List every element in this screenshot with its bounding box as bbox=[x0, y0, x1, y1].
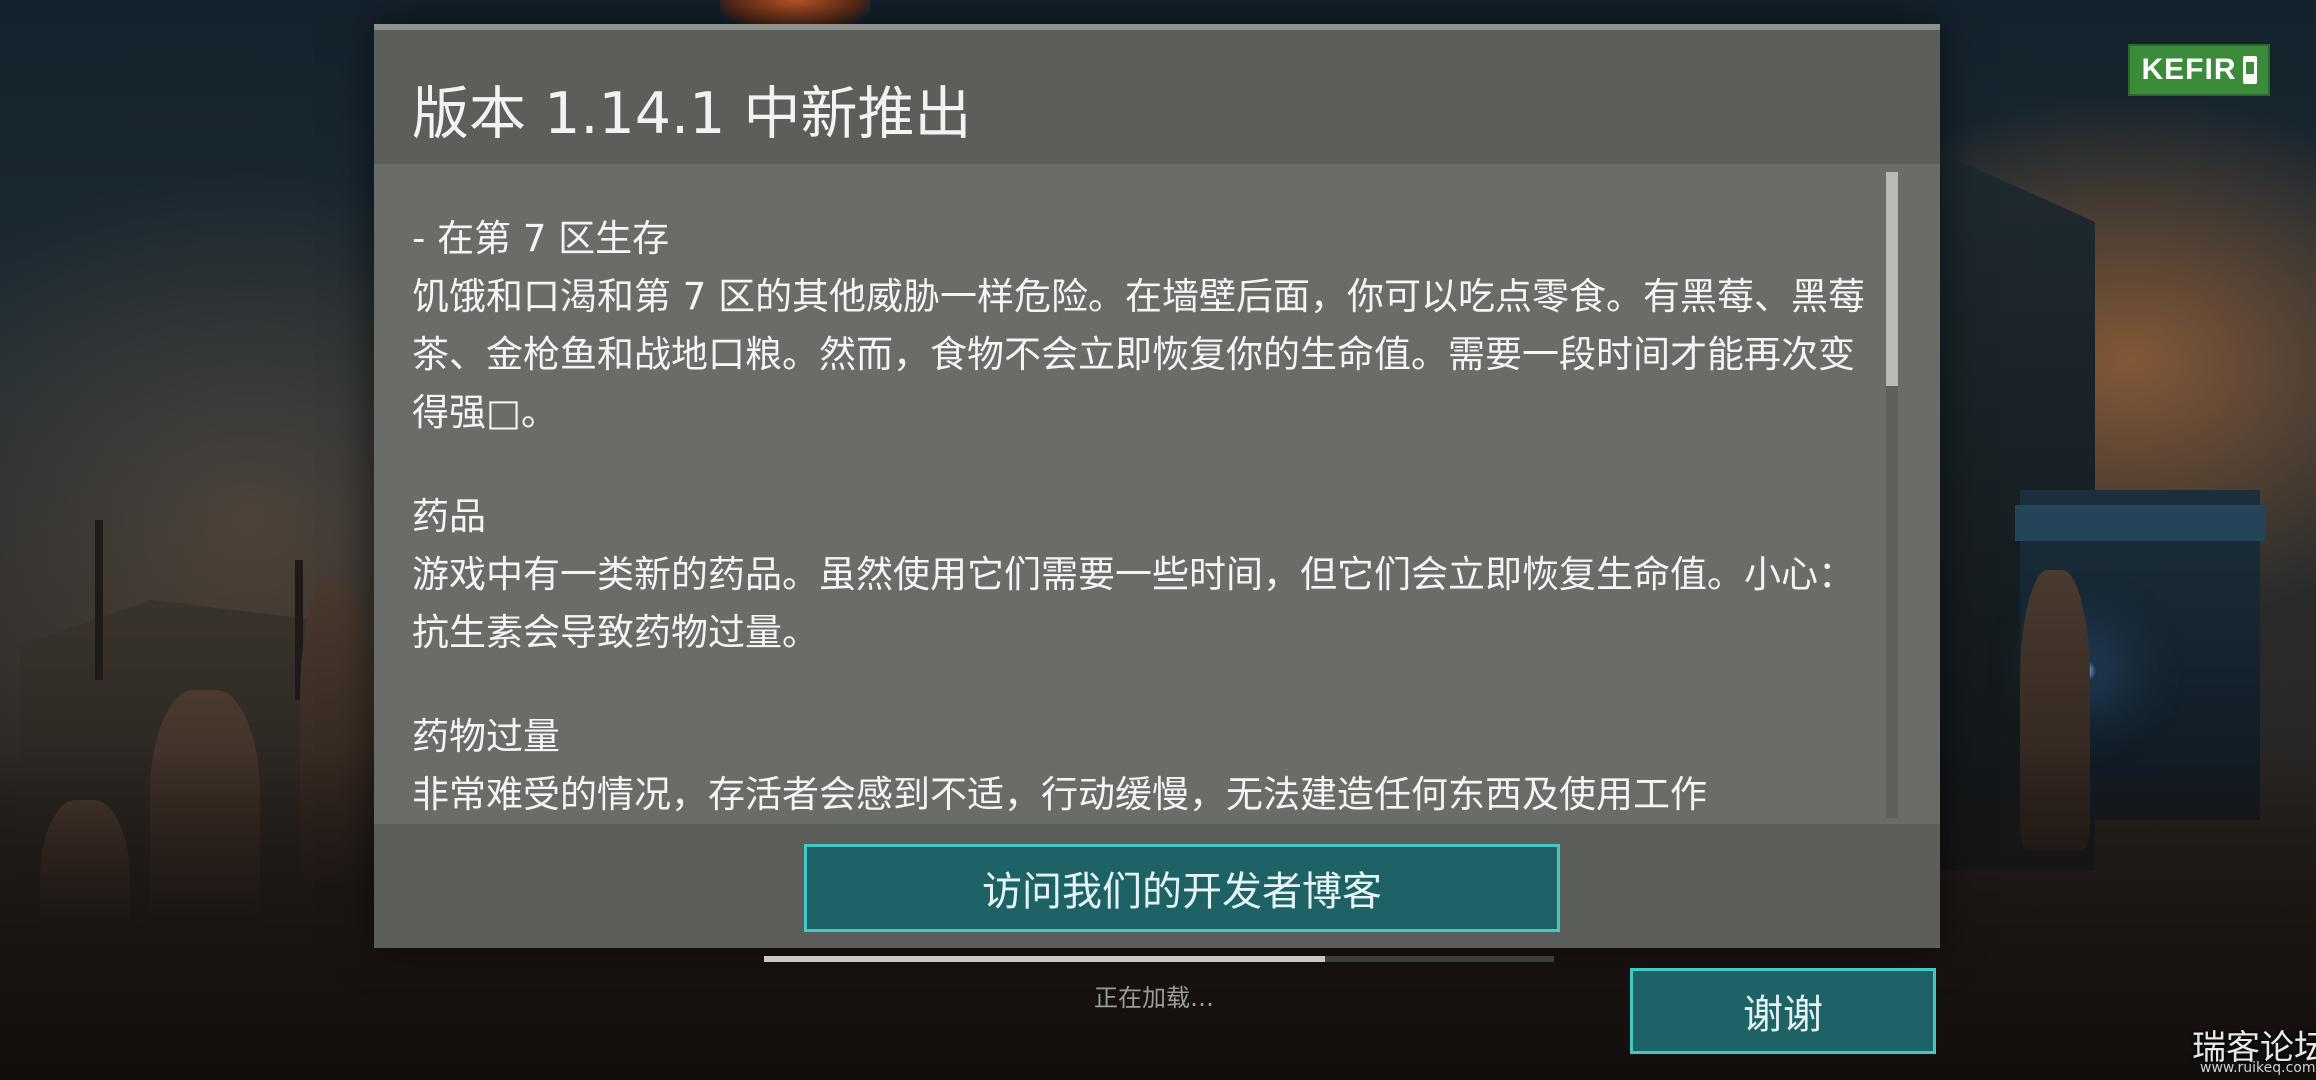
notes-section: 药品 游戏中有一类新的药品。虽然使用它们需要一些时间，但它们会立即恢复生命值。小… bbox=[412, 488, 1872, 662]
bottle-icon bbox=[2242, 56, 2257, 84]
dialog-header: 版本 1.14.1 中新推出 bbox=[374, 30, 1940, 164]
background-pole bbox=[95, 520, 103, 680]
notes-section: - 在第 7 区生存 饥饿和口渴和第 7 区的其他威胁一样危险。在墙壁后面，你可… bbox=[412, 210, 1872, 442]
section-body: 游戏中有一类新的药品。虽然使用它们需要一些时间，但它们会立即恢复生命值。小心：抗… bbox=[412, 553, 1855, 654]
dialog-title: 版本 1.14.1 中新推出 bbox=[412, 81, 972, 147]
background-shed-roof bbox=[2015, 505, 2265, 541]
section-title: 药物过量 bbox=[412, 715, 560, 758]
section-body: 饥饿和口渴和第 7 区的其他威胁一样危险。在墙壁后面，你可以吃点零食。有黑莓、黑… bbox=[412, 275, 1866, 434]
loading-progress-bar bbox=[764, 956, 1554, 962]
release-notes-scroll[interactable]: - 在第 7 区生存 饥饿和口渴和第 7 区的其他威胁一样危险。在墙壁后面，你可… bbox=[412, 210, 1872, 824]
kefir-logo: KEFIR bbox=[2128, 44, 2270, 96]
scrollbar[interactable] bbox=[1886, 172, 1898, 818]
thanks-button[interactable]: 谢谢 bbox=[1630, 968, 1936, 1054]
logo-text: KEFIR bbox=[2141, 53, 2237, 86]
section-body: 非常难受的情况，存活者会感到不适，行动缓慢，无法建造任何东西及使用工作 bbox=[412, 773, 1707, 816]
scrollbar-thumb[interactable] bbox=[1886, 172, 1898, 386]
section-title: - 在第 7 区生存 bbox=[412, 217, 670, 260]
notes-section: 药物过量 非常难受的情况，存活者会感到不适，行动缓慢，无法建造任何东西及使用工作 bbox=[412, 708, 1872, 824]
section-title: 药品 bbox=[412, 495, 486, 538]
loading-progress-fill bbox=[764, 956, 1325, 962]
watermark-url: www.ruikeq.com bbox=[2200, 1060, 2316, 1076]
whats-new-dialog: 版本 1.14.1 中新推出 - 在第 7 区生存 饥饿和口渴和第 7 区的其他… bbox=[374, 24, 1940, 948]
loading-text: 正在加载… bbox=[1094, 984, 1214, 1012]
dialog-footer: 访问我们的开发者博客 bbox=[374, 824, 1940, 948]
visit-dev-blog-button[interactable]: 访问我们的开发者博客 bbox=[804, 844, 1560, 932]
